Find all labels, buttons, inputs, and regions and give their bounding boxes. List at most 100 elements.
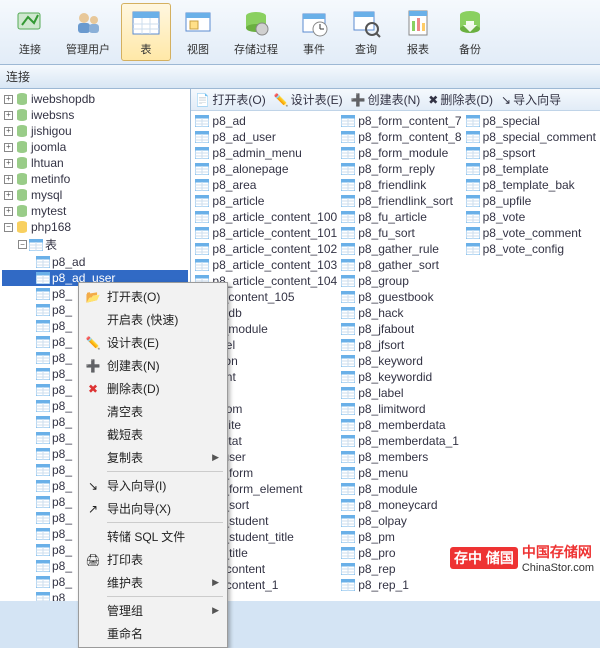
list-item[interactable]: p8_template_bak	[464, 177, 598, 193]
list-item[interactable]: p8_form_content_8	[339, 129, 463, 145]
list-item[interactable]: p8_ad	[193, 113, 339, 129]
expand-toggle[interactable]: +	[4, 127, 13, 136]
list-item[interactable]: p8_label	[339, 385, 463, 401]
list-item[interactable]: p8_special_comment	[464, 129, 598, 145]
import-wizard-button[interactable]: ↘ 导入向导	[501, 91, 561, 108]
list-item[interactable]: p8_module	[339, 481, 463, 497]
menu-item[interactable]: ↘导入向导(I)	[81, 474, 225, 497]
toolbar-reports-button[interactable]: 报表	[393, 3, 443, 61]
list-item[interactable]: p8_vote_config	[464, 241, 598, 257]
list-item[interactable]: p8_memberdata_1	[339, 433, 463, 449]
toolbar-query-button[interactable]: 查询	[341, 3, 391, 61]
list-item[interactable]: p8_article_content_103	[193, 257, 339, 273]
list-item[interactable]: p8_fu_sort	[339, 225, 463, 241]
list-item[interactable]: p8_pm	[339, 529, 463, 545]
toolbar-procs-button[interactable]: 存储过程	[225, 3, 287, 61]
list-item[interactable]: p8_gather_rule	[339, 241, 463, 257]
list-item[interactable]: p8_rep_1	[339, 577, 463, 593]
list-item[interactable]: p8_keyword	[339, 353, 463, 369]
table-node[interactable]: p8_ad	[2, 254, 188, 270]
toolbar-views-button[interactable]: 视图	[173, 3, 223, 61]
menu-item[interactable]: 📂打开表(O)	[81, 285, 225, 308]
open-table-button[interactable]: 📄 打开表(O)	[195, 91, 265, 108]
menu-item[interactable]: 🖨打印表	[81, 548, 225, 571]
toolbar-events-button[interactable]: 事件	[289, 3, 339, 61]
db-node[interactable]: +mysql	[2, 187, 188, 203]
menu-item[interactable]: ✏️设计表(E)	[81, 331, 225, 354]
list-item[interactable]: p8_area	[193, 177, 339, 193]
list-item[interactable]: p8_article_content_100	[193, 209, 339, 225]
db-node[interactable]: +joomla	[2, 139, 188, 155]
toolbar-tables-button[interactable]: 表	[121, 3, 171, 61]
list-item[interactable]: p8_form_reply	[339, 161, 463, 177]
expand-toggle[interactable]: +	[4, 111, 13, 120]
menu-item[interactable]: ➕创建表(N)	[81, 354, 225, 377]
list-item[interactable]: p8_form_content_7	[339, 113, 463, 129]
menu-item[interactable]: 维护表▶	[81, 571, 225, 594]
toolbar-users-button[interactable]: 管理用户	[57, 3, 119, 61]
list-item[interactable]: p8_pro	[339, 545, 463, 561]
db-node[interactable]: +mytest	[2, 203, 188, 219]
list-item[interactable]: p8_menu	[339, 465, 463, 481]
db-node[interactable]: −php168	[2, 219, 188, 235]
list-item[interactable]: p8_article	[193, 193, 339, 209]
db-node[interactable]: +iwebsns	[2, 107, 188, 123]
expand-toggle[interactable]: +	[4, 159, 13, 168]
list-item[interactable]: p8_article_content_101	[193, 225, 339, 241]
menu-item[interactable]: 管理组▶	[81, 599, 225, 622]
list-item[interactable]: p8_alonepage	[193, 161, 339, 177]
list-item[interactable]: p8_moneycard	[339, 497, 463, 513]
table-list[interactable]: p8_adp8_ad_userp8_admin_menup8_alonepage…	[191, 111, 600, 601]
context-menu[interactable]: 📂打开表(O)开启表 (快速)✏️设计表(E)➕创建表(N)✖删除表(D)清空表…	[78, 282, 228, 648]
list-item[interactable]: p8_guestbook	[339, 289, 463, 305]
list-item[interactable]: p8_friendlink_sort	[339, 193, 463, 209]
create-table-button[interactable]: ➕ 创建表(N)	[351, 91, 421, 108]
menu-item[interactable]: 截短表	[81, 423, 225, 446]
list-item[interactable]: p8_jfsort	[339, 337, 463, 353]
design-table-button[interactable]: ✏️ 设计表(E)	[274, 91, 343, 108]
list-item[interactable]: p8_rep	[339, 561, 463, 577]
list-item[interactable]: p8_fu_article	[339, 209, 463, 225]
list-item[interactable]: p8_upfile	[464, 193, 598, 209]
menu-item[interactable]: 清空表	[81, 400, 225, 423]
list-item[interactable]: p8_ad_user	[193, 129, 339, 145]
menu-item[interactable]: 开启表 (快速)	[81, 308, 225, 331]
list-item[interactable]: p8_spsort	[464, 145, 598, 161]
list-item[interactable]: p8_special	[464, 113, 598, 129]
toolbar-backup-button[interactable]: 备份	[445, 3, 495, 61]
delete-table-button[interactable]: ✖ 删除表(D)	[428, 91, 493, 108]
db-node[interactable]: +metinfo	[2, 171, 188, 187]
list-item[interactable]: p8_hack	[339, 305, 463, 321]
list-item[interactable]: p8_article_content_102	[193, 241, 339, 257]
tables-node[interactable]: −表	[2, 235, 188, 254]
list-item[interactable]: p8_friendlink	[339, 177, 463, 193]
expand-toggle[interactable]: +	[4, 207, 13, 216]
menu-item[interactable]: 转储 SQL 文件	[81, 525, 225, 548]
list-item[interactable]: p8_group	[339, 273, 463, 289]
expand-toggle[interactable]: −	[4, 223, 13, 232]
expand-toggle[interactable]: +	[4, 175, 13, 184]
expand-toggle[interactable]: +	[4, 191, 13, 200]
menu-item[interactable]: 重命名	[81, 622, 225, 645]
list-item[interactable]: p8_memberdata	[339, 417, 463, 433]
list-item[interactable]: p8_jfabout	[339, 321, 463, 337]
list-item[interactable]: p8_gather_sort	[339, 257, 463, 273]
db-node[interactable]: +jishigou	[2, 123, 188, 139]
list-item[interactable]: p8_form_module	[339, 145, 463, 161]
list-item[interactable]: p8_keywordid	[339, 369, 463, 385]
list-item[interactable]: p8_olpay	[339, 513, 463, 529]
expand-toggle[interactable]: +	[4, 95, 13, 104]
expand-toggle[interactable]: −	[18, 240, 27, 249]
list-item[interactable]: p8_members	[339, 449, 463, 465]
list-item[interactable]: p8_admin_menu	[193, 145, 339, 161]
db-node[interactable]: +lhtuan	[2, 155, 188, 171]
menu-item[interactable]: 复制表▶	[81, 446, 225, 469]
list-item[interactable]: p8_limitword	[339, 401, 463, 417]
list-item[interactable]: p8_vote	[464, 209, 598, 225]
menu-item[interactable]: ✖删除表(D)	[81, 377, 225, 400]
expand-toggle[interactable]: +	[4, 143, 13, 152]
menu-item[interactable]: ↗导出向导(X)	[81, 497, 225, 520]
toolbar-connect-button[interactable]: 连接	[5, 3, 55, 61]
list-item[interactable]: p8_vote_comment	[464, 225, 598, 241]
list-item[interactable]: p8_template	[464, 161, 598, 177]
